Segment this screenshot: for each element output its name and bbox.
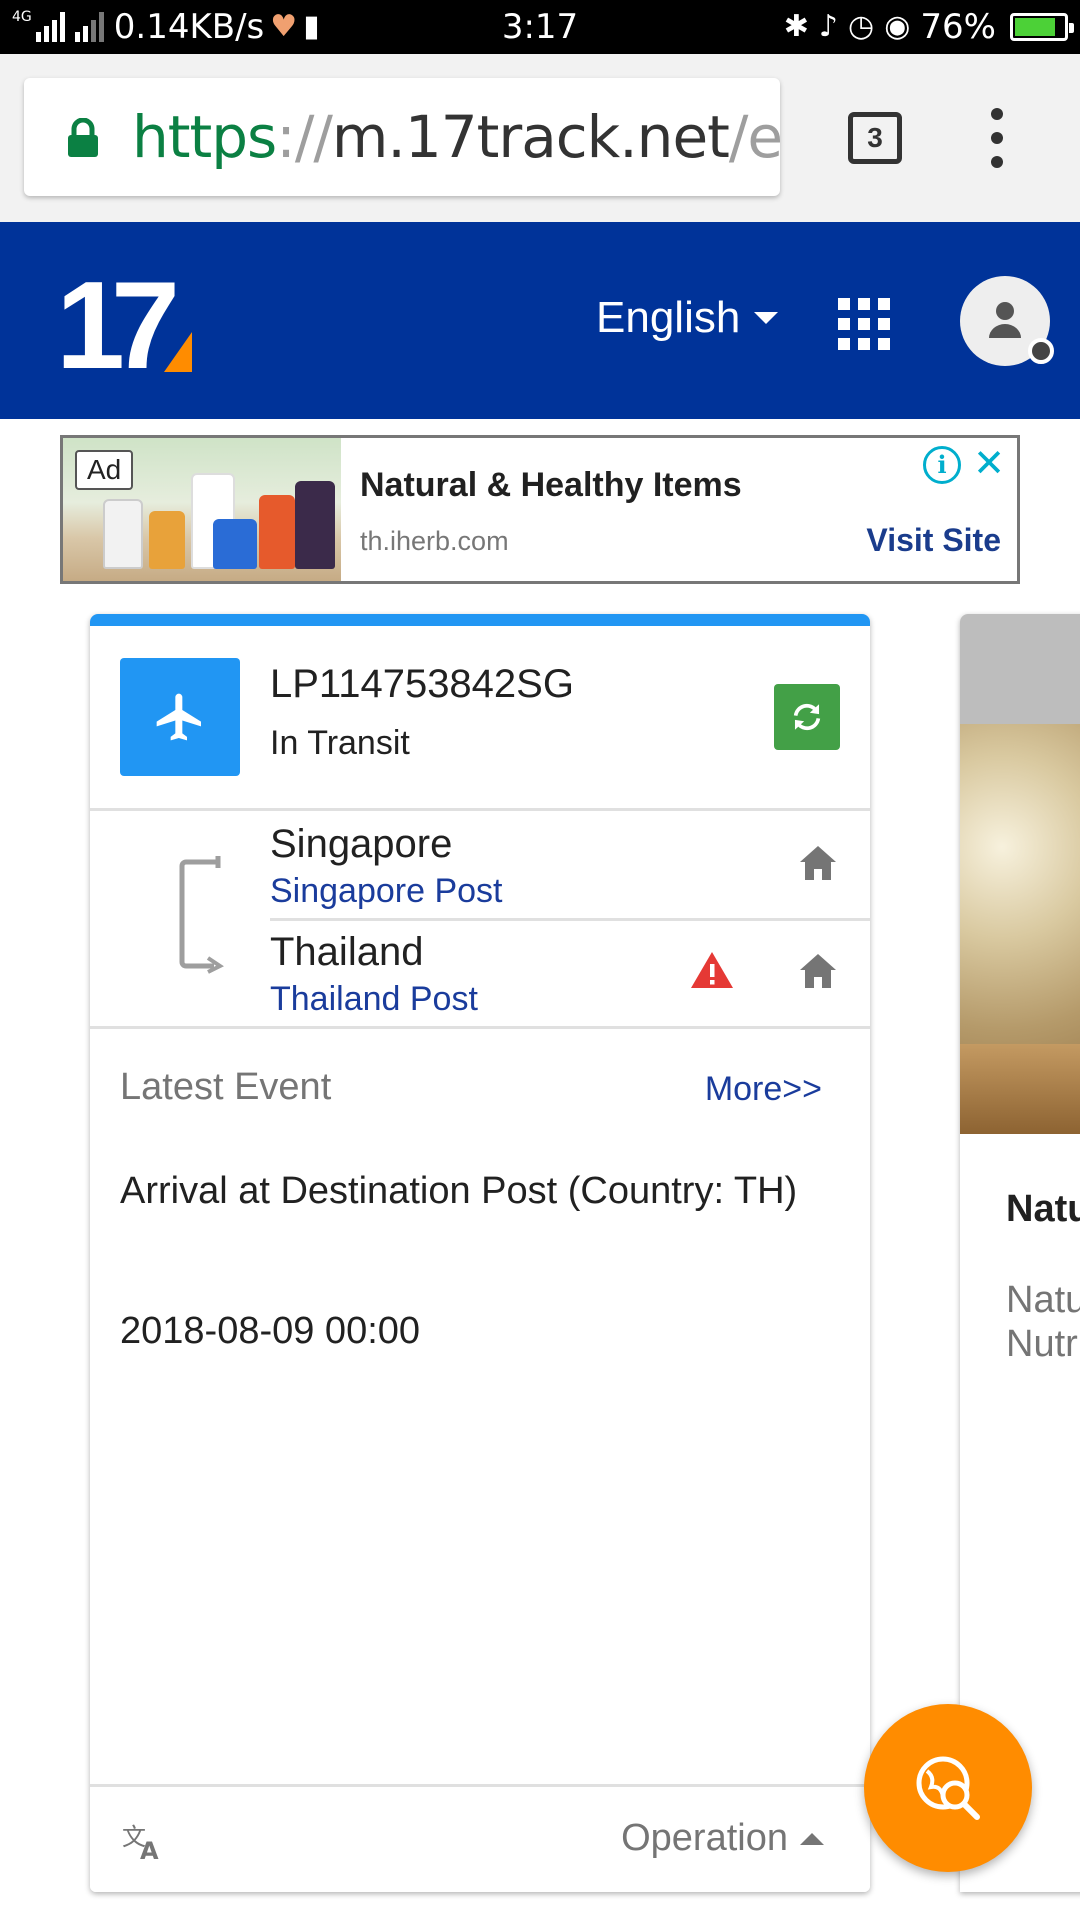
ad-domain: th.iherb.com [360, 526, 509, 556]
sim-icon: ▮ [303, 9, 320, 44]
browser-toolbar: https://m.17track.net/en 3 [0, 54, 1080, 222]
tracking-number[interactable]: LP114753842SG [270, 662, 574, 707]
health-icon: ♥ [270, 9, 298, 44]
divider [90, 1026, 870, 1029]
status-time: 3:17 [501, 7, 579, 47]
mute-icon: ♪ [818, 9, 839, 44]
operation-menu-button[interactable]: Operation [621, 1817, 824, 1860]
operation-label: Operation [621, 1817, 788, 1859]
battery-percent: 76% [920, 7, 996, 47]
signal-icon [74, 12, 104, 42]
svg-text:A: A [140, 1837, 159, 1861]
avatar-icon[interactable] [960, 276, 1054, 366]
more-events-link[interactable]: More>> [705, 1070, 822, 1109]
ad-title[interactable]: Natural & Healthy Items [360, 466, 742, 505]
caret-down-icon [754, 312, 779, 324]
event-description: Arrival at Destination Post (Country: TH… [120, 1170, 798, 1212]
svg-text:17: 17 [60, 272, 175, 372]
ad-badge: Ad [75, 450, 134, 490]
status-bar: 4G 0.14KB/s ♥ ▮ 3:17 ✱ ♪ ◷ ◉ 76% [0, 0, 1080, 54]
info-icon[interactable]: i [923, 446, 961, 484]
language-selector[interactable]: English [596, 288, 779, 348]
route-bracket-icon [179, 856, 224, 974]
next-card-peek[interactable]: Natu Natu Nutr [960, 614, 1080, 1892]
divider [90, 808, 870, 811]
overflow-menu-icon[interactable] [980, 108, 1014, 168]
home-icon[interactable] [798, 952, 838, 990]
app-header: 17 English [0, 222, 1080, 419]
address-bar[interactable]: https://m.17track.net/en [24, 78, 780, 196]
data-speed: 0.14KB/s [113, 7, 265, 47]
eye-icon: ◉ [884, 9, 911, 44]
destination-country: Thailand [270, 930, 424, 974]
divider [270, 918, 870, 921]
tracking-card: LP114753842SG In Transit Singapore Singa… [90, 614, 870, 1892]
origin-country: Singapore [270, 822, 453, 866]
translate-icon[interactable]: 文 A [122, 1819, 164, 1861]
destination-row[interactable]: Thailand Thailand Post [270, 922, 870, 1026]
event-time: 2018-08-09 00:00 [120, 1310, 421, 1352]
card-accent-bar [90, 614, 870, 626]
side-card-image [960, 724, 1080, 1134]
origin-carrier-link[interactable]: Singapore Post [270, 872, 503, 911]
status-dot [1028, 338, 1054, 364]
caret-up-icon [800, 1832, 824, 1845]
signal-icon [35, 12, 65, 42]
side-card-title: Natu [1006, 1188, 1080, 1230]
bluetooth-icon: ✱ [783, 9, 809, 44]
latest-event-label: Latest Event [120, 1066, 332, 1108]
destination-carrier-link[interactable]: Thailand Post [270, 980, 478, 1019]
card-footer: 文 A Operation [90, 1784, 870, 1892]
url-text[interactable]: https://m.17track.net/en [132, 78, 780, 196]
ad-banner[interactable]: Ad Natural & Healthy Items th.iherb.com … [60, 435, 1020, 584]
side-card-description: Natu Nutr [1006, 1279, 1080, 1365]
global-search-icon[interactable] [864, 1704, 1032, 1872]
warning-icon[interactable] [690, 950, 734, 990]
tabs-icon[interactable]: 3 [848, 112, 902, 164]
side-card-header [960, 614, 1080, 724]
network-type: 4G [12, 9, 32, 25]
airplane-icon [120, 658, 240, 776]
battery-icon [1010, 13, 1074, 41]
logo[interactable]: 17 [60, 272, 200, 372]
close-icon[interactable]: ✕ [973, 444, 1005, 484]
refresh-icon[interactable] [774, 684, 840, 750]
tab-count: 3 [867, 122, 883, 153]
ad-visit-site-button[interactable]: Visit Site [866, 522, 1001, 559]
origin-row[interactable]: Singapore Singapore Post [270, 814, 870, 918]
language-label: English [596, 293, 741, 342]
lock-icon [68, 118, 98, 157]
apps-grid-icon[interactable] [838, 298, 890, 350]
tracking-status: In Transit [270, 724, 410, 762]
home-icon[interactable] [798, 844, 838, 882]
alarm-icon: ◷ [848, 9, 875, 44]
